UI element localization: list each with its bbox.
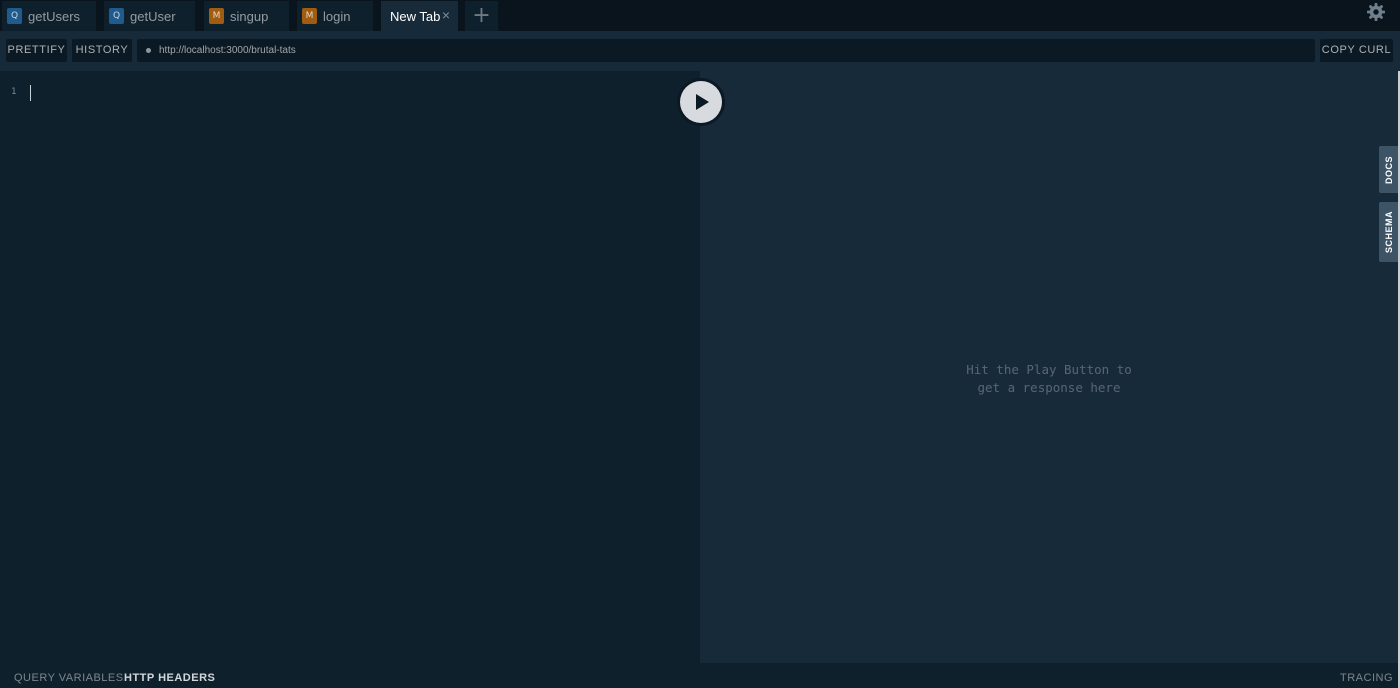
tab-title: getUser [130, 9, 176, 24]
tab-bar: Q getUsers Q getUser M singup M login Ne… [0, 0, 1400, 31]
line-number: 1 [11, 87, 17, 97]
query-editor[interactable]: 1 [0, 71, 700, 663]
tab-singup[interactable]: M singup [204, 1, 289, 31]
schema-tab[interactable]: SCHEMA [1379, 202, 1398, 262]
tab-title: singup [230, 9, 269, 24]
plus-icon: + [472, 3, 491, 28]
result-placeholder: Hit the Play Button to get a response he… [966, 362, 1132, 395]
prettify-button[interactable]: PRETTIFY [6, 39, 67, 62]
mutation-badge: M [209, 8, 224, 24]
tab-title: New Tab [390, 9, 441, 24]
schema-tab-label: SCHEMA [1383, 210, 1394, 254]
play-button-face [680, 81, 722, 123]
gear-icon [1367, 3, 1385, 21]
docs-tab-label: DOCS [1383, 155, 1394, 184]
settings-button[interactable] [1366, 2, 1386, 22]
query-variables-tab[interactable]: QUERY VARIABLES [14, 672, 124, 684]
execute-query-button[interactable] [677, 78, 725, 126]
query-badge: Q [7, 8, 22, 24]
tab-title: getUsers [28, 9, 81, 24]
http-headers-tab[interactable]: HTTP HEADERS [124, 672, 215, 684]
tab-login[interactable]: M login [297, 1, 373, 31]
text-cursor [30, 85, 31, 101]
add-tab-button[interactable]: + [465, 1, 498, 31]
history-button[interactable]: HISTORY [72, 39, 132, 62]
query-badge: Q [109, 8, 124, 24]
tab-title: login [323, 9, 351, 24]
tab-getuser[interactable]: Q getUser [104, 1, 195, 31]
copy-curl-button[interactable]: COPY CURL [1320, 39, 1393, 62]
close-icon[interactable]: × [442, 7, 450, 23]
tracing-tab[interactable]: TRACING [1340, 672, 1393, 684]
tab-getusers[interactable]: Q getUsers [2, 1, 96, 31]
bottom-bar: QUERY VARIABLES HTTP HEADERS TRACING [0, 663, 1398, 688]
docs-tab[interactable]: DOCS [1379, 146, 1398, 193]
result-pane: Hit the Play Button to get a response he… [700, 71, 1398, 663]
play-icon [696, 94, 709, 110]
connection-status-dot [146, 48, 151, 53]
toolbar: PRETTIFY HISTORY http://localhost:3000/b… [0, 31, 1400, 71]
endpoint-input[interactable]: http://localhost:3000/brutal-tats [137, 39, 1315, 62]
tab-new-tab[interactable]: New Tab × [381, 1, 458, 31]
mutation-badge: M [302, 8, 317, 24]
endpoint-url: http://localhost:3000/brutal-tats [159, 45, 296, 56]
